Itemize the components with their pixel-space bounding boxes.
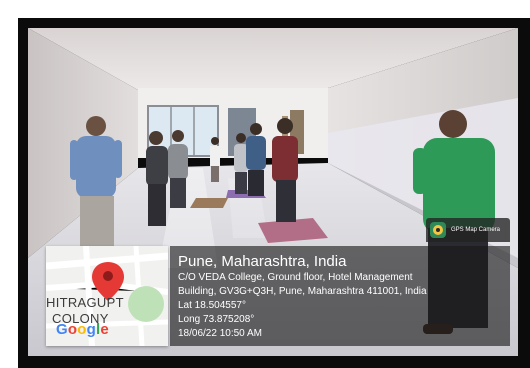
location-info-box: Pune, Maharashtra, India C/O VEDA Colleg… — [170, 246, 510, 346]
google-logo-letter: e — [100, 321, 109, 338]
latitude: Lat 18.504557° — [178, 300, 246, 311]
map-place-label-line-1: HITRAGUPT — [46, 295, 124, 310]
map-thumbnail: HITRAGUPT COLONY Google — [46, 246, 168, 346]
longitude: Long 73.875208° — [178, 314, 255, 325]
google-logo-letter: o — [67, 321, 78, 338]
gps-map-camera-label: GPS Map Camera — [451, 227, 501, 233]
gps-map-camera-icon — [430, 222, 446, 238]
google-logo-letter: g — [86, 321, 96, 338]
photo-frame: GPS Map Camera HITRAGUPT COLONY Google P… — [18, 18, 530, 368]
address-line-1: C/O VEDA College, Ground floor, Hotel Ma… — [178, 272, 413, 283]
geotagged-photo-page: GPS Map Camera HITRAGUPT COLONY Google P… — [0, 0, 530, 368]
gps-map-camera-tag: GPS Map Camera — [426, 218, 510, 242]
google-logo-letter: G — [56, 321, 68, 338]
location-title: Pune, Maharashtra, India — [178, 253, 347, 270]
google-logo-letter: o — [77, 321, 87, 338]
address-line-2: Building, GV3G+Q3H, Pune, Maharashtra 41… — [178, 286, 427, 297]
timestamp: 18/06/22 10:50 AM — [178, 328, 262, 339]
google-logo: Google — [56, 321, 109, 338]
